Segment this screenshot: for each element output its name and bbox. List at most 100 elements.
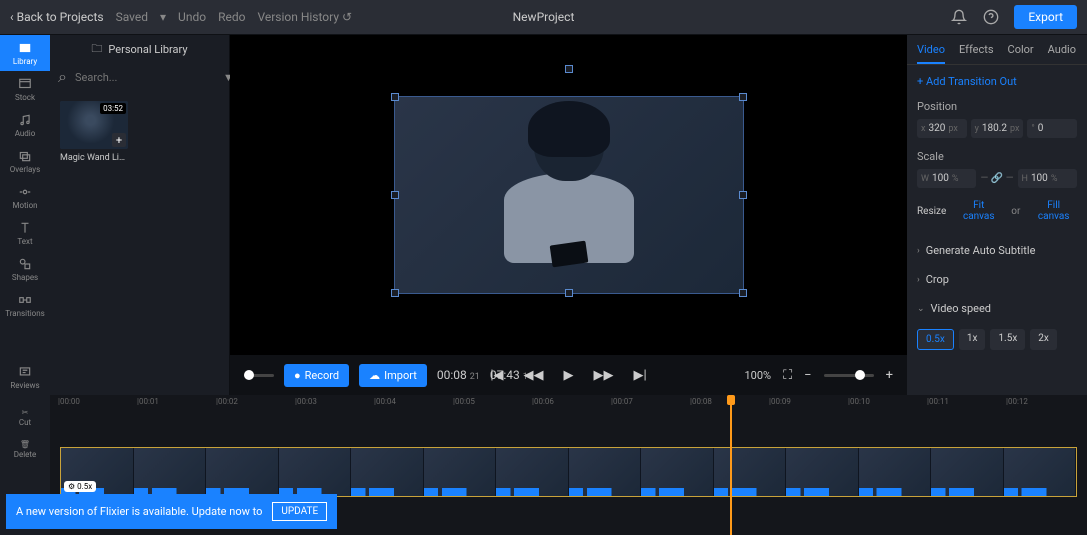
fill-canvas-button[interactable]: Fill canvas <box>1030 200 1077 222</box>
link-icon[interactable]: — 🔗 — <box>980 173 1013 184</box>
video-speed-row[interactable]: ⌄Video speed <box>917 294 1077 323</box>
time-tick: |00:03 <box>295 397 317 406</box>
tab-audio[interactable]: Audio <box>1048 43 1076 64</box>
resize-handle[interactable] <box>739 191 747 199</box>
tab-color[interactable]: Color <box>1008 43 1034 64</box>
resize-handle[interactable] <box>739 289 747 297</box>
top-toolbar: ‹ Back to Projects Saved ▾ Undo Redo Ver… <box>0 0 1087 35</box>
nav-audio[interactable]: Audio <box>0 107 50 143</box>
nav-stock[interactable]: Stock <box>0 71 50 107</box>
speed-1-5x[interactable]: 1.5x <box>990 329 1025 350</box>
bell-icon[interactable] <box>950 8 968 26</box>
clip-duration: 03:52 <box>100 103 126 114</box>
fit-canvas-button[interactable]: Fit canvas <box>956 200 1001 222</box>
time-tick: |00:07 <box>611 397 633 406</box>
timeline-frame[interactable] <box>424 448 497 496</box>
scale-h-input[interactable]: H100% <box>1018 169 1077 188</box>
time-tick: |00:11 <box>927 397 949 406</box>
time-tick: |00:06 <box>532 397 554 406</box>
position-y-input[interactable]: y180.2px <box>971 119 1024 138</box>
resize-handle[interactable] <box>391 191 399 199</box>
timeline-frame[interactable] <box>351 448 424 496</box>
time-tick: |00:02 <box>216 397 238 406</box>
fullscreen-icon[interactable]: ⛶ <box>783 368 792 383</box>
tab-effects[interactable]: Effects <box>959 43 994 64</box>
zoom-slider[interactable] <box>824 374 874 377</box>
canvas[interactable] <box>230 35 907 355</box>
undo-button[interactable]: Undo <box>178 10 206 24</box>
nav-transitions[interactable]: Transitions <box>0 287 50 323</box>
video-track[interactable] <box>60 447 1077 497</box>
timeline-frame[interactable] <box>859 448 932 496</box>
timeline-frame[interactable] <box>134 448 207 496</box>
add-clip-button[interactable]: + <box>112 133 126 147</box>
timeline-frame[interactable] <box>206 448 279 496</box>
tab-video[interactable]: Video <box>917 43 945 64</box>
nav-library[interactable]: Library <box>0 35 50 71</box>
media-clip[interactable]: 03:52 + Magic Wand Light... <box>60 101 128 163</box>
resize-label: Resize <box>917 206 946 217</box>
resize-handle[interactable] <box>391 93 399 101</box>
help-icon[interactable] <box>982 8 1000 26</box>
playhead[interactable] <box>730 395 732 535</box>
forward-button[interactable]: ▶▶ <box>594 368 614 383</box>
add-transition-out[interactable]: + Add Transition Out <box>917 75 1077 88</box>
speed-1x[interactable]: 1x <box>959 329 986 350</box>
timeline-frame[interactable] <box>279 448 352 496</box>
timeline-frame[interactable] <box>786 448 859 496</box>
version-history-button[interactable]: Version History ↺ <box>257 10 352 24</box>
clip-thumbnail[interactable]: 03:52 + <box>60 101 128 149</box>
timeline-frame[interactable] <box>1004 448 1077 496</box>
back-button[interactable]: ‹ Back to Projects <box>10 10 104 24</box>
resize-handle[interactable] <box>739 93 747 101</box>
saved-dropdown-icon[interactable]: ▾ <box>160 10 166 24</box>
nav-overlays[interactable]: Overlays <box>0 143 50 179</box>
rewind-button[interactable]: ◀◀ <box>524 368 544 383</box>
speed-0-5x[interactable]: 0.5x <box>917 329 954 350</box>
delete-tool[interactable]: 🗑Delete <box>0 433 50 465</box>
preview-controls: ● Record ☁ Import 00:08 21 07:43 14 |◀ ◀… <box>230 355 907 395</box>
time-tick: |00:10 <box>848 397 870 406</box>
resize-handle[interactable] <box>565 289 573 297</box>
record-button[interactable]: ● Record <box>284 364 349 387</box>
scissors-icon: ✂ <box>22 408 29 417</box>
crop-row[interactable]: ›Crop <box>917 265 1077 294</box>
resize-handle[interactable] <box>565 65 573 73</box>
cut-tool[interactable]: ✂Cut <box>0 401 50 433</box>
update-button[interactable]: UPDATE <box>272 502 327 521</box>
library-header[interactable]: 🗀Personal Library <box>50 35 229 63</box>
notification-text: A new version of Flixier is available. U… <box>16 505 262 518</box>
skip-start-button[interactable]: |◀ <box>490 368 503 383</box>
export-button[interactable]: Export <box>1014 5 1077 29</box>
trash-icon: 🗑 <box>20 440 30 449</box>
video-frame[interactable] <box>394 96 744 294</box>
speed-2x[interactable]: 2x <box>1030 329 1057 350</box>
time-ruler[interactable]: |00:00|00:01|00:02|00:03|00:04|00:05|00:… <box>50 395 1087 411</box>
speed-badge[interactable]: ⚙ 0.5x <box>64 481 96 492</box>
zoom-in-icon[interactable]: + <box>886 368 893 383</box>
time-tick: |00:09 <box>769 397 791 406</box>
timeline-frame[interactable] <box>714 448 787 496</box>
nav-motion[interactable]: Motion <box>0 179 50 215</box>
scale-w-input[interactable]: W100% <box>917 169 976 188</box>
auto-subtitle-row[interactable]: ›Generate Auto Subtitle <box>917 236 1077 265</box>
search-input[interactable] <box>75 71 215 84</box>
nav-reviews[interactable]: Reviews <box>0 359 50 395</box>
timeline-frame[interactable] <box>931 448 1004 496</box>
zoom-out-icon[interactable]: − <box>804 368 811 383</box>
timeline-frame[interactable] <box>641 448 714 496</box>
import-button[interactable]: ☁ Import <box>359 364 427 387</box>
rotation-input[interactable]: °0 <box>1027 119 1077 138</box>
play-button[interactable]: ▶ <box>564 368 574 383</box>
project-title[interactable]: NewProject <box>513 10 575 24</box>
position-x-input[interactable]: x320px <box>917 119 967 138</box>
redo-button[interactable]: Redo <box>218 10 245 24</box>
nav-shapes[interactable]: Shapes <box>0 251 50 287</box>
time-tick: |00:08 <box>690 397 712 406</box>
nav-text[interactable]: Text <box>0 215 50 251</box>
timeline-frame[interactable] <box>496 448 569 496</box>
timeline-frame[interactable] <box>569 448 642 496</box>
volume-slider[interactable] <box>244 374 274 377</box>
skip-end-button[interactable]: ▶| <box>634 368 647 383</box>
resize-handle[interactable] <box>391 289 399 297</box>
